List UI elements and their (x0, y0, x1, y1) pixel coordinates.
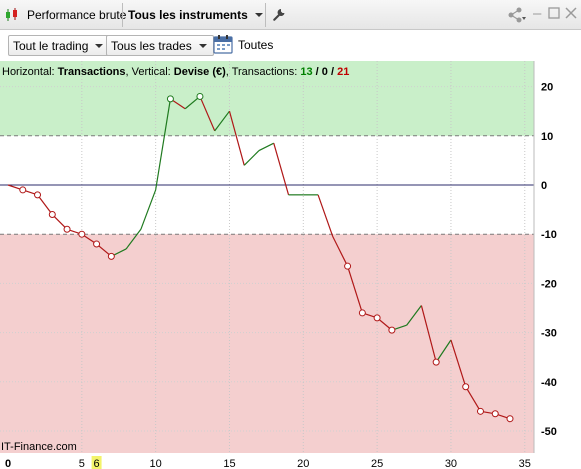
losers-count: 21 (337, 66, 349, 78)
x-tick-label: 25 (371, 458, 383, 469)
toutes-button[interactable]: Toutes (238, 38, 273, 52)
x-tick-label: 35 (519, 458, 531, 469)
data-point (107, 252, 115, 260)
data-point (166, 95, 174, 103)
trading-dropdown[interactable]: Tout le trading (8, 35, 111, 56)
loss-zone (0, 234, 534, 453)
watermark: IT-Finance.com (1, 441, 77, 453)
divider (122, 3, 123, 27)
x-tick-label: 20 (297, 458, 309, 469)
series-segment (243, 150, 260, 166)
instruments-dropdown-label: Tous les instruments (128, 8, 248, 22)
data-point (476, 407, 484, 415)
instruments-dropdown[interactable]: Tous les instruments (128, 3, 263, 27)
x-tick-label: 30 (445, 458, 457, 469)
data-point (358, 309, 366, 317)
vertical-label: , Vertical: (126, 66, 174, 78)
y-axis-ticks: 20 10 0 -10 -20 -30 -40 -50 (541, 82, 557, 438)
data-point (48, 211, 56, 219)
y-tick-label: 0 (541, 180, 547, 192)
title-bar: Performance brute Tous les instruments – (0, 0, 581, 30)
filter-toolbar: Tout le trading Tous les trades (0, 30, 581, 61)
y-tick-label: -10 (541, 229, 557, 241)
separator: / (328, 66, 337, 78)
close-icon[interactable] (565, 7, 577, 23)
transactions-label: , Transactions: (226, 66, 301, 78)
trades-dropdown-label: Tous les trades (111, 38, 192, 53)
data-point (491, 410, 499, 418)
winners-count: 13 (300, 66, 312, 78)
chart-zones (0, 61, 534, 453)
tab-performance-brute[interactable]: Performance brute (27, 3, 126, 27)
data-point (388, 326, 396, 334)
candlestick-icon (4, 3, 20, 27)
minimize-icon[interactable]: – (533, 6, 541, 22)
data-point (196, 92, 204, 100)
separator: / (313, 66, 322, 78)
performance-chart: 20 10 0 -10 -20 -30 -40 -50 0 5 6 10 15 20 25 30 35 Hor… (0, 61, 557, 469)
x-tick-label: 5 (79, 458, 85, 469)
data-point (63, 225, 71, 233)
data-point (78, 230, 86, 238)
y-tick-label: -20 (541, 278, 557, 290)
data-point (432, 358, 440, 366)
chevron-down-icon (198, 43, 207, 48)
horizontal-value: Transactions (58, 66, 126, 78)
series-segment (140, 189, 157, 230)
y-tick-label: -40 (541, 377, 557, 389)
chart-header: Horizontal: Transactions, Vertical: Devi… (2, 66, 349, 78)
x-tick-label: 6 (94, 458, 100, 469)
divider (265, 3, 266, 27)
x-axis-ticks: 0 5 6 10 15 20 25 30 35 (5, 456, 531, 469)
trades-dropdown[interactable]: Tous les trades (106, 35, 214, 56)
maximize-icon[interactable] (548, 7, 560, 23)
y-tick-label: -30 (541, 328, 557, 340)
trading-dropdown-label: Tout le trading (13, 38, 89, 53)
series-segment (317, 194, 334, 237)
x-tick-label: 10 (150, 458, 162, 469)
tab-performance-brute-label: Performance brute (27, 8, 127, 22)
data-point (344, 262, 352, 270)
chevron-down-icon (95, 43, 104, 48)
series-segment (273, 143, 290, 196)
data-point (373, 314, 381, 322)
wrench-icon[interactable] (272, 3, 286, 27)
series-segment (37, 194, 53, 215)
toutes-label: Toutes (238, 38, 274, 52)
x-tick-label: 0 (5, 458, 11, 469)
x-tick-label: 15 (223, 458, 235, 469)
y-tick-label: -50 (541, 426, 557, 438)
y-tick-label: 20 (541, 82, 553, 94)
chevron-down-icon (254, 13, 263, 17)
data-point (34, 191, 42, 199)
horizontal-label: Horizontal: (2, 66, 58, 78)
calendar-icon[interactable] (213, 34, 233, 54)
data-point (93, 240, 101, 248)
data-point (19, 186, 27, 194)
data-point (462, 383, 470, 391)
series-segment (258, 142, 275, 152)
share-icon[interactable] (507, 3, 527, 27)
vertical-value: Devise (€) (174, 66, 226, 78)
y-tick-label: 10 (541, 131, 553, 143)
data-point (506, 415, 514, 423)
